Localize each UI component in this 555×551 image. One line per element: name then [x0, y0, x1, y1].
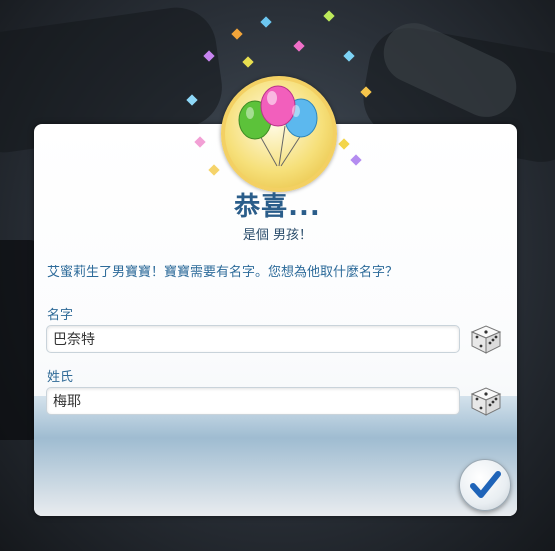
dialog-message: 艾蜜莉生了男寶寶！寶寶需要有名字。您想為他取什麼名字？: [47, 265, 399, 280]
dice-icon: [470, 387, 502, 416]
first-name-label: 名字: [47, 308, 74, 323]
confetti-icon: [323, 10, 335, 22]
randomize-last-name-button[interactable]: [468, 384, 504, 418]
randomize-first-name-button[interactable]: [468, 322, 504, 356]
last-name-label: 姓氏: [47, 370, 74, 385]
confirm-button[interactable]: [459, 459, 511, 511]
confetti-icon: [260, 16, 272, 28]
checkmark-icon: [470, 471, 501, 498]
last-name-input[interactable]: 梅耶: [46, 387, 460, 415]
balloons-icon: [221, 76, 337, 192]
confetti-icon: [293, 40, 305, 52]
dialog-title: 恭喜...: [234, 192, 321, 222]
dice-icon: [470, 325, 502, 354]
dialog-subtitle: 是個 男孩！: [242, 228, 313, 243]
confetti-icon: [343, 50, 355, 62]
first-name-input[interactable]: 巴奈特: [46, 325, 460, 353]
confetti-icon: [231, 28, 243, 40]
confetti-icon: [242, 56, 254, 68]
